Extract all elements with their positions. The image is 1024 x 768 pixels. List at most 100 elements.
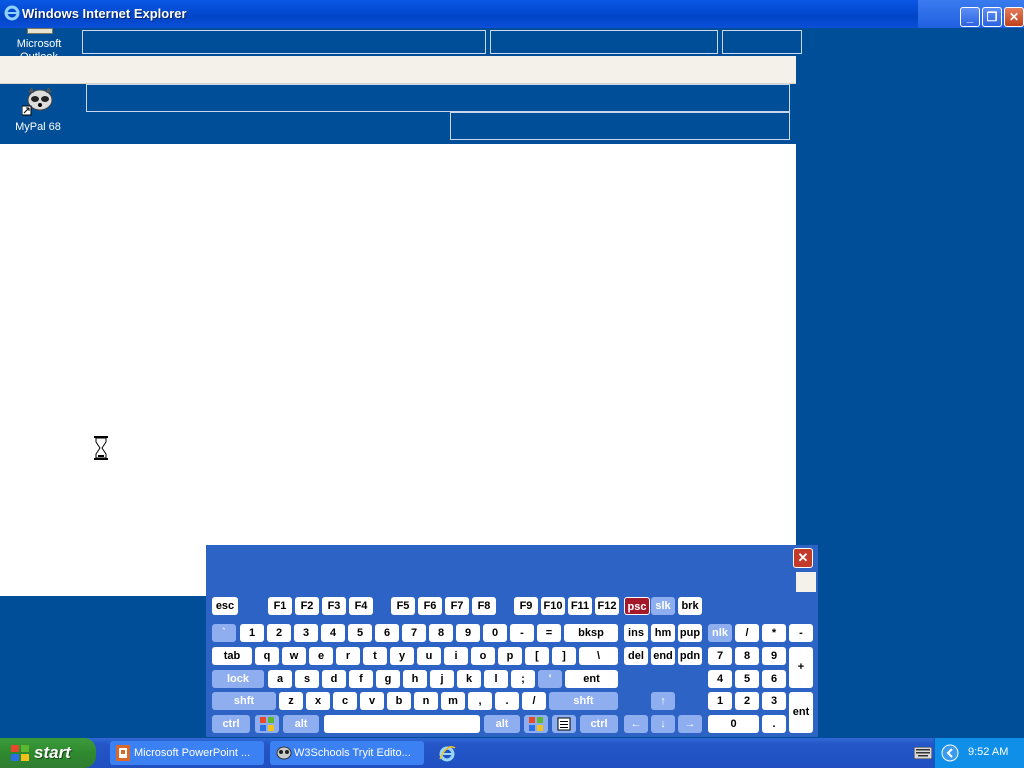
key-esc[interactable]: esc — [212, 597, 238, 615]
key-backtick[interactable]: ` — [212, 624, 236, 642]
key-backslash[interactable]: \ — [579, 647, 618, 665]
key-3[interactable]: 3 — [294, 624, 318, 642]
key-num-3[interactable]: 3 — [762, 692, 786, 710]
key-period[interactable]: . — [495, 692, 519, 710]
key-f8[interactable]: F8 — [472, 597, 496, 615]
key-f3[interactable]: F3 — [322, 597, 346, 615]
key-lbracket[interactable]: [ — [525, 647, 549, 665]
key-num-dot[interactable]: . — [762, 715, 786, 733]
key-d[interactable]: d — [322, 670, 346, 688]
key-1[interactable]: 1 — [240, 624, 264, 642]
key-f1[interactable]: F1 — [268, 597, 292, 615]
key-n[interactable]: n — [414, 692, 438, 710]
key-x[interactable]: x — [306, 692, 330, 710]
key-a[interactable]: a — [268, 670, 292, 688]
key-alt-right[interactable]: alt — [484, 715, 520, 733]
key-s[interactable]: s — [295, 670, 319, 688]
key-9[interactable]: 9 — [456, 624, 480, 642]
key-num-0[interactable]: 0 — [708, 715, 759, 733]
key-r[interactable]: r — [336, 647, 360, 665]
key-arrow-down[interactable]: ↓ — [651, 715, 675, 733]
desktop-icon-outlook[interactable]: Microsoft Outlook — [0, 28, 78, 58]
ie-icon[interactable] — [438, 745, 456, 763]
key-z[interactable]: z — [279, 692, 303, 710]
clock[interactable]: 9:52 AM — [968, 746, 1008, 758]
key-quote[interactable]: ' — [538, 670, 562, 688]
key-num-slash[interactable]: / — [735, 624, 759, 642]
key-b[interactable]: b — [387, 692, 411, 710]
key-rbracket[interactable]: ] — [552, 647, 576, 665]
key-slk[interactable]: slk — [651, 597, 675, 615]
key-c[interactable]: c — [333, 692, 357, 710]
key-num-8[interactable]: 8 — [735, 647, 759, 665]
key-equals[interactable]: = — [537, 624, 561, 642]
page-content[interactable] — [0, 144, 796, 596]
key-shift-left[interactable]: shft — [212, 692, 276, 710]
ie-title-bar[interactable]: Windows Internet Explorer — [0, 0, 796, 28]
key-num-plus[interactable]: + — [789, 647, 813, 688]
key-bksp[interactable]: bksp — [564, 624, 618, 642]
key-num-6[interactable]: 6 — [762, 670, 786, 688]
key-hm[interactable]: hm — [651, 624, 675, 642]
key-win-right[interactable] — [524, 715, 548, 733]
key-o[interactable]: o — [471, 647, 495, 665]
desktop-icon-mypal[interactable]: MyPal 68 — [2, 86, 86, 138]
key-j[interactable]: j — [430, 670, 454, 688]
key-num-ent[interactable]: ent — [789, 692, 813, 733]
key-f12[interactable]: F12 — [595, 597, 619, 615]
key-tab[interactable]: tab — [212, 647, 252, 665]
key-psc[interactable]: psc — [624, 597, 650, 615]
key-semicolon[interactable]: ; — [511, 670, 535, 688]
start-button[interactable]: start — [0, 738, 96, 768]
key-arrow-right[interactable]: → — [678, 715, 702, 733]
key-comma[interactable]: , — [468, 692, 492, 710]
key-num-5[interactable]: 5 — [735, 670, 759, 688]
key-t[interactable]: t — [363, 647, 387, 665]
key-f5[interactable]: F5 — [391, 597, 415, 615]
key-num-4[interactable]: 4 — [708, 670, 732, 688]
key-f[interactable]: f — [349, 670, 373, 688]
key-k[interactable]: k — [457, 670, 481, 688]
key-ctrl-left[interactable]: ctrl — [212, 715, 250, 733]
key-f2[interactable]: F2 — [295, 597, 319, 615]
key-pup[interactable]: pup — [678, 624, 702, 642]
key-num-1[interactable]: 1 — [708, 692, 732, 710]
key-6[interactable]: 6 — [375, 624, 399, 642]
key-num-7[interactable]: 7 — [708, 647, 732, 665]
key-i[interactable]: i — [444, 647, 468, 665]
keyboard-tray-icon[interactable] — [914, 747, 932, 759]
key-f4[interactable]: F4 — [349, 597, 373, 615]
key-7[interactable]: 7 — [402, 624, 426, 642]
key-f6[interactable]: F6 — [418, 597, 442, 615]
key-p[interactable]: p — [498, 647, 522, 665]
key-ins[interactable]: ins — [624, 624, 648, 642]
key-ent[interactable]: ent — [565, 670, 618, 688]
key-f9[interactable]: F9 — [514, 597, 538, 615]
key-m[interactable]: m — [441, 692, 465, 710]
key-menu[interactable] — [552, 715, 576, 733]
key-4[interactable]: 4 — [321, 624, 345, 642]
key-lock[interactable]: lock — [212, 670, 264, 688]
osk-close-button[interactable]: ✕ — [793, 548, 813, 568]
key-pdn[interactable]: pdn — [678, 647, 702, 665]
key-shift-right[interactable]: shft — [549, 692, 618, 710]
key-del[interactable]: del — [624, 647, 648, 665]
key-h[interactable]: h — [403, 670, 427, 688]
key-arrow-up[interactable]: ↑ — [651, 692, 675, 710]
key-q[interactable]: q — [255, 647, 279, 665]
key-5[interactable]: 5 — [348, 624, 372, 642]
key-alt-left[interactable]: alt — [283, 715, 319, 733]
key-f7[interactable]: F7 — [445, 597, 469, 615]
key-f11[interactable]: F11 — [568, 597, 592, 615]
key-e[interactable]: e — [309, 647, 333, 665]
key-brk[interactable]: brk — [678, 597, 702, 615]
key-space[interactable] — [324, 715, 480, 733]
key-l[interactable]: l — [484, 670, 508, 688]
key-num-minus[interactable]: - — [789, 624, 813, 642]
key-end[interactable]: end — [651, 647, 675, 665]
key-num-9[interactable]: 9 — [762, 647, 786, 665]
key-0[interactable]: 0 — [483, 624, 507, 642]
key-w[interactable]: w — [282, 647, 306, 665]
key-y[interactable]: y — [390, 647, 414, 665]
key-win-left[interactable] — [255, 715, 279, 733]
